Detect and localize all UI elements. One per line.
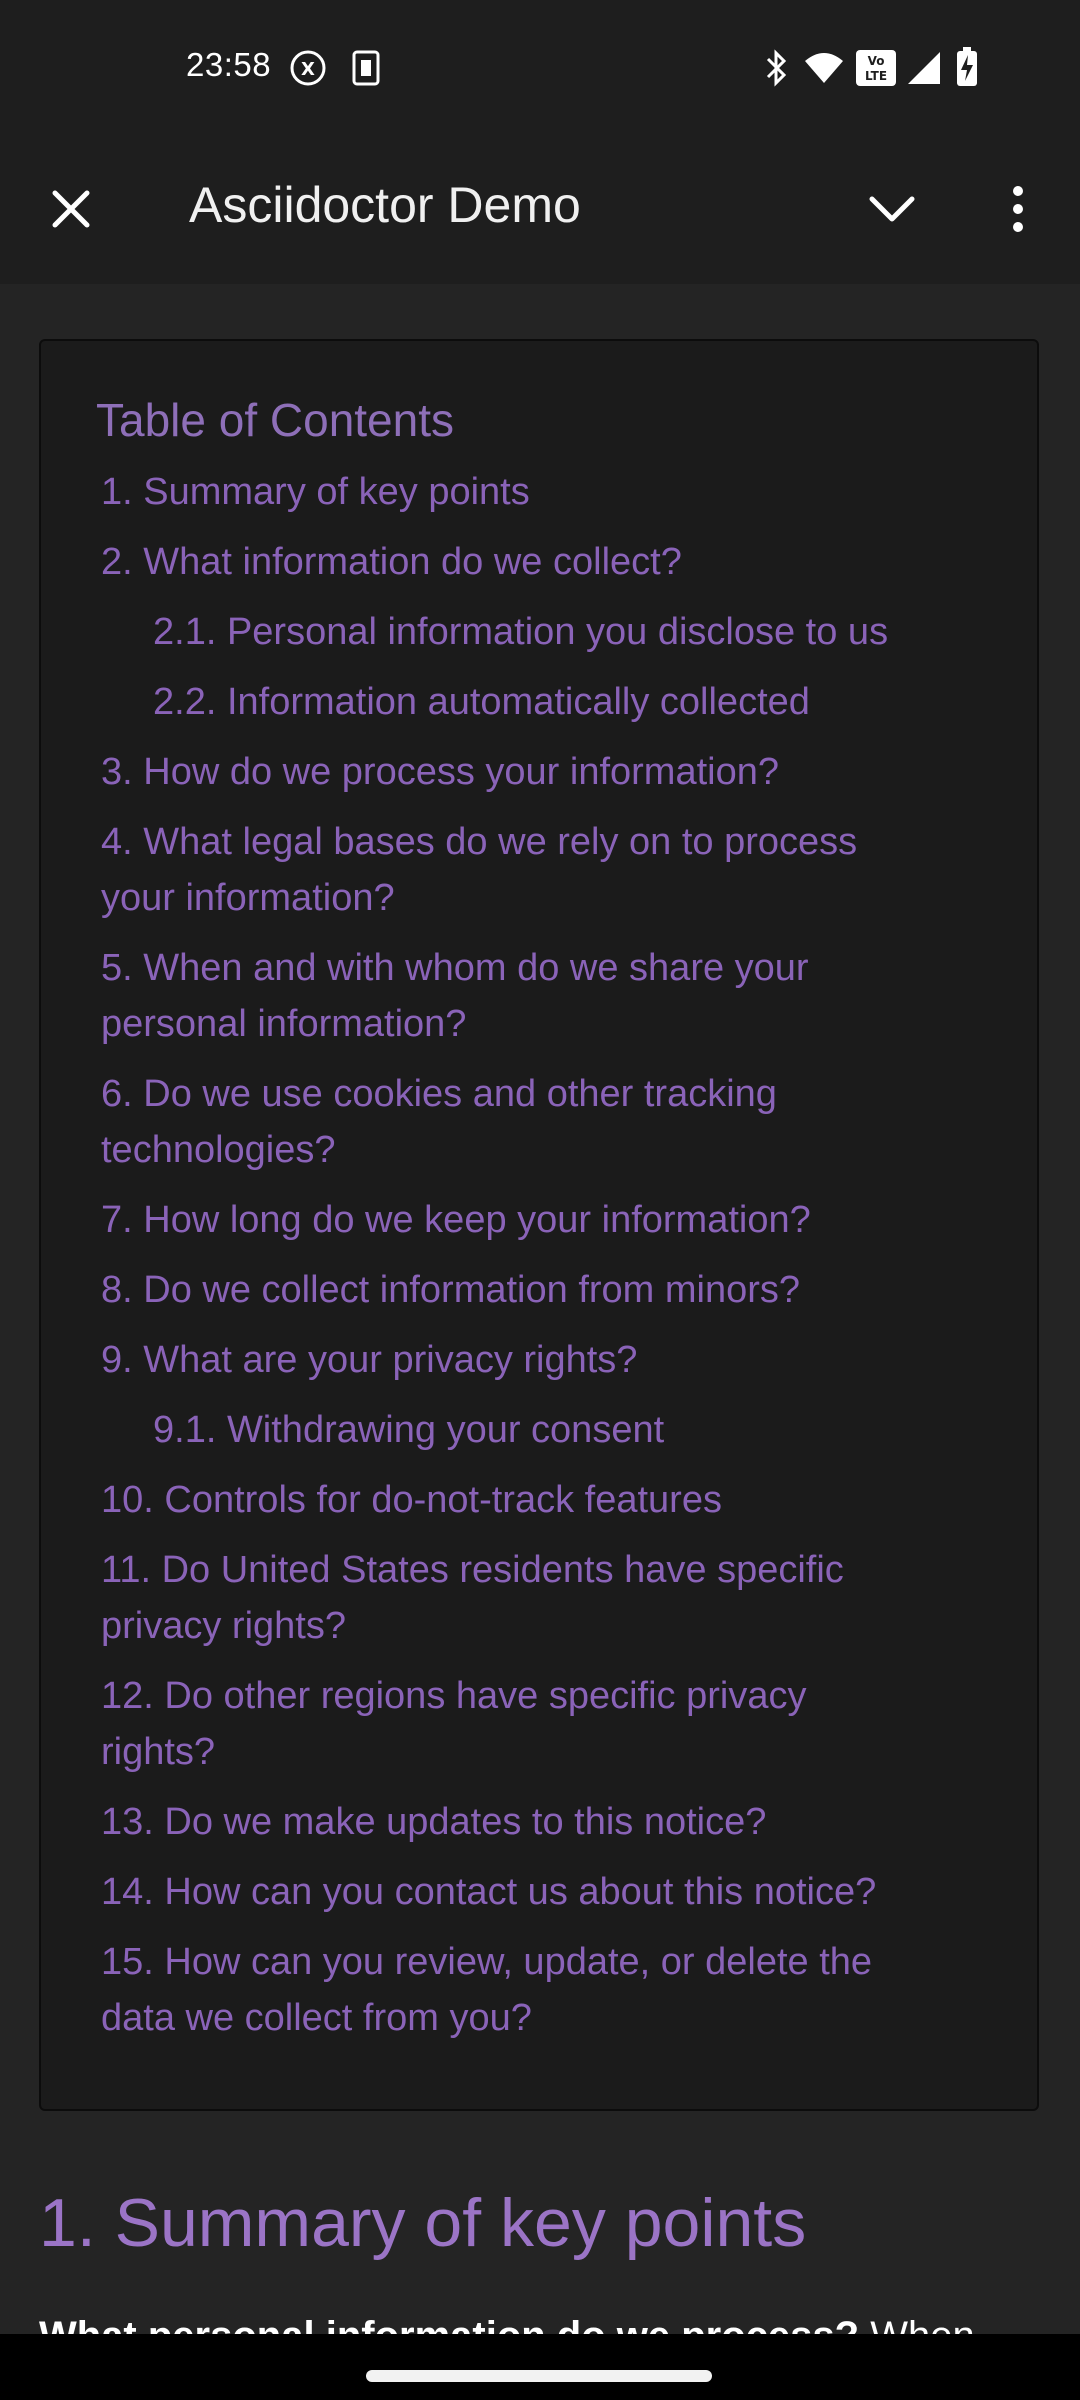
section-paragraph: What personal information do we process?… xyxy=(39,2314,975,2334)
toc-link-11-cont[interactable]: privacy rights? xyxy=(101,1598,346,1654)
battery-charging-icon xyxy=(954,46,980,88)
toc-link-15[interactable]: 15. How can you review, update, or delet… xyxy=(101,1934,872,1990)
toc-link-2-1[interactable]: 2.1. Personal information you disclose t… xyxy=(153,604,888,660)
status-bar: 23:58 X Vo LTE xyxy=(0,0,1080,134)
toc-link-2[interactable]: 2. What information do we collect? xyxy=(101,534,682,590)
toc-link-6-cont[interactable]: technologies? xyxy=(101,1122,336,1178)
toc-link-10[interactable]: 10. Controls for do-not-track features xyxy=(101,1472,722,1528)
toc-link-7[interactable]: 7. How long do we keep your information? xyxy=(101,1192,811,1248)
section-heading: 1. Summary of key points xyxy=(39,2185,807,2261)
svg-text:Vo: Vo xyxy=(868,54,885,68)
toc-link-15-cont[interactable]: data we collect from you? xyxy=(101,1990,532,2046)
toc-link-6[interactable]: 6. Do we use cookies and other tracking xyxy=(101,1066,777,1122)
app-bar: Asciidoctor Demo xyxy=(0,134,1080,284)
app-title: Asciidoctor Demo xyxy=(189,177,581,233)
toc-link-13[interactable]: 13. Do we make updates to this notice? xyxy=(101,1794,766,1850)
volte-icon: Vo LTE xyxy=(854,48,898,88)
toc-link-4-cont[interactable]: your information? xyxy=(101,870,395,926)
navigation-bar xyxy=(0,2334,1080,2400)
document-content[interactable]: Table of Contents 1. Summary of key poin… xyxy=(0,284,1080,2334)
close-button[interactable] xyxy=(23,161,119,257)
toc-link-9[interactable]: 9. What are your privacy rights? xyxy=(101,1332,637,1388)
svg-text:LTE: LTE xyxy=(865,69,887,83)
sim-card-icon xyxy=(350,48,382,88)
table-of-contents: Table of Contents 1. Summary of key poin… xyxy=(39,339,1039,2111)
toc-link-12[interactable]: 12. Do other regions have specific priva… xyxy=(101,1668,806,1724)
more-options-button[interactable] xyxy=(970,161,1066,257)
chevron-down-icon xyxy=(869,196,915,222)
toc-link-12-cont[interactable]: rights? xyxy=(101,1724,215,1780)
svg-text:X: X xyxy=(301,59,315,80)
toc-link-1[interactable]: 1. Summary of key points xyxy=(101,464,530,520)
wifi-icon xyxy=(802,48,846,88)
close-icon xyxy=(52,190,90,228)
x-circle-icon: X xyxy=(288,48,328,88)
toc-link-5-cont[interactable]: personal information? xyxy=(101,996,466,1052)
more-vert-icon xyxy=(1013,186,1023,232)
toc-link-5[interactable]: 5. When and with whom do we share your xyxy=(101,940,809,996)
expand-button[interactable] xyxy=(844,161,940,257)
home-gesture-handle[interactable] xyxy=(366,2370,712,2382)
toc-link-14[interactable]: 14. How can you contact us about this no… xyxy=(101,1864,876,1920)
paragraph-text: When xyxy=(859,2314,975,2334)
toc-link-11[interactable]: 11. Do United States residents have spec… xyxy=(101,1542,844,1598)
status-time: 23:58 xyxy=(186,46,272,83)
toc-link-2-2[interactable]: 2.2. Information automatically collected xyxy=(153,674,810,730)
toc-link-9-1[interactable]: 9.1. Withdrawing your consent xyxy=(153,1402,664,1458)
toc-link-4[interactable]: 4. What legal bases do we rely on to pro… xyxy=(101,814,857,870)
toc-link-8[interactable]: 8. Do we collect information from minors… xyxy=(101,1262,800,1318)
signal-icon xyxy=(904,48,944,88)
toc-title: Table of Contents xyxy=(96,394,455,446)
toc-link-3[interactable]: 3. How do we process your information? xyxy=(101,744,779,800)
bluetooth-icon xyxy=(760,48,794,88)
paragraph-bold-lead: What personal information do we process? xyxy=(39,2314,859,2334)
